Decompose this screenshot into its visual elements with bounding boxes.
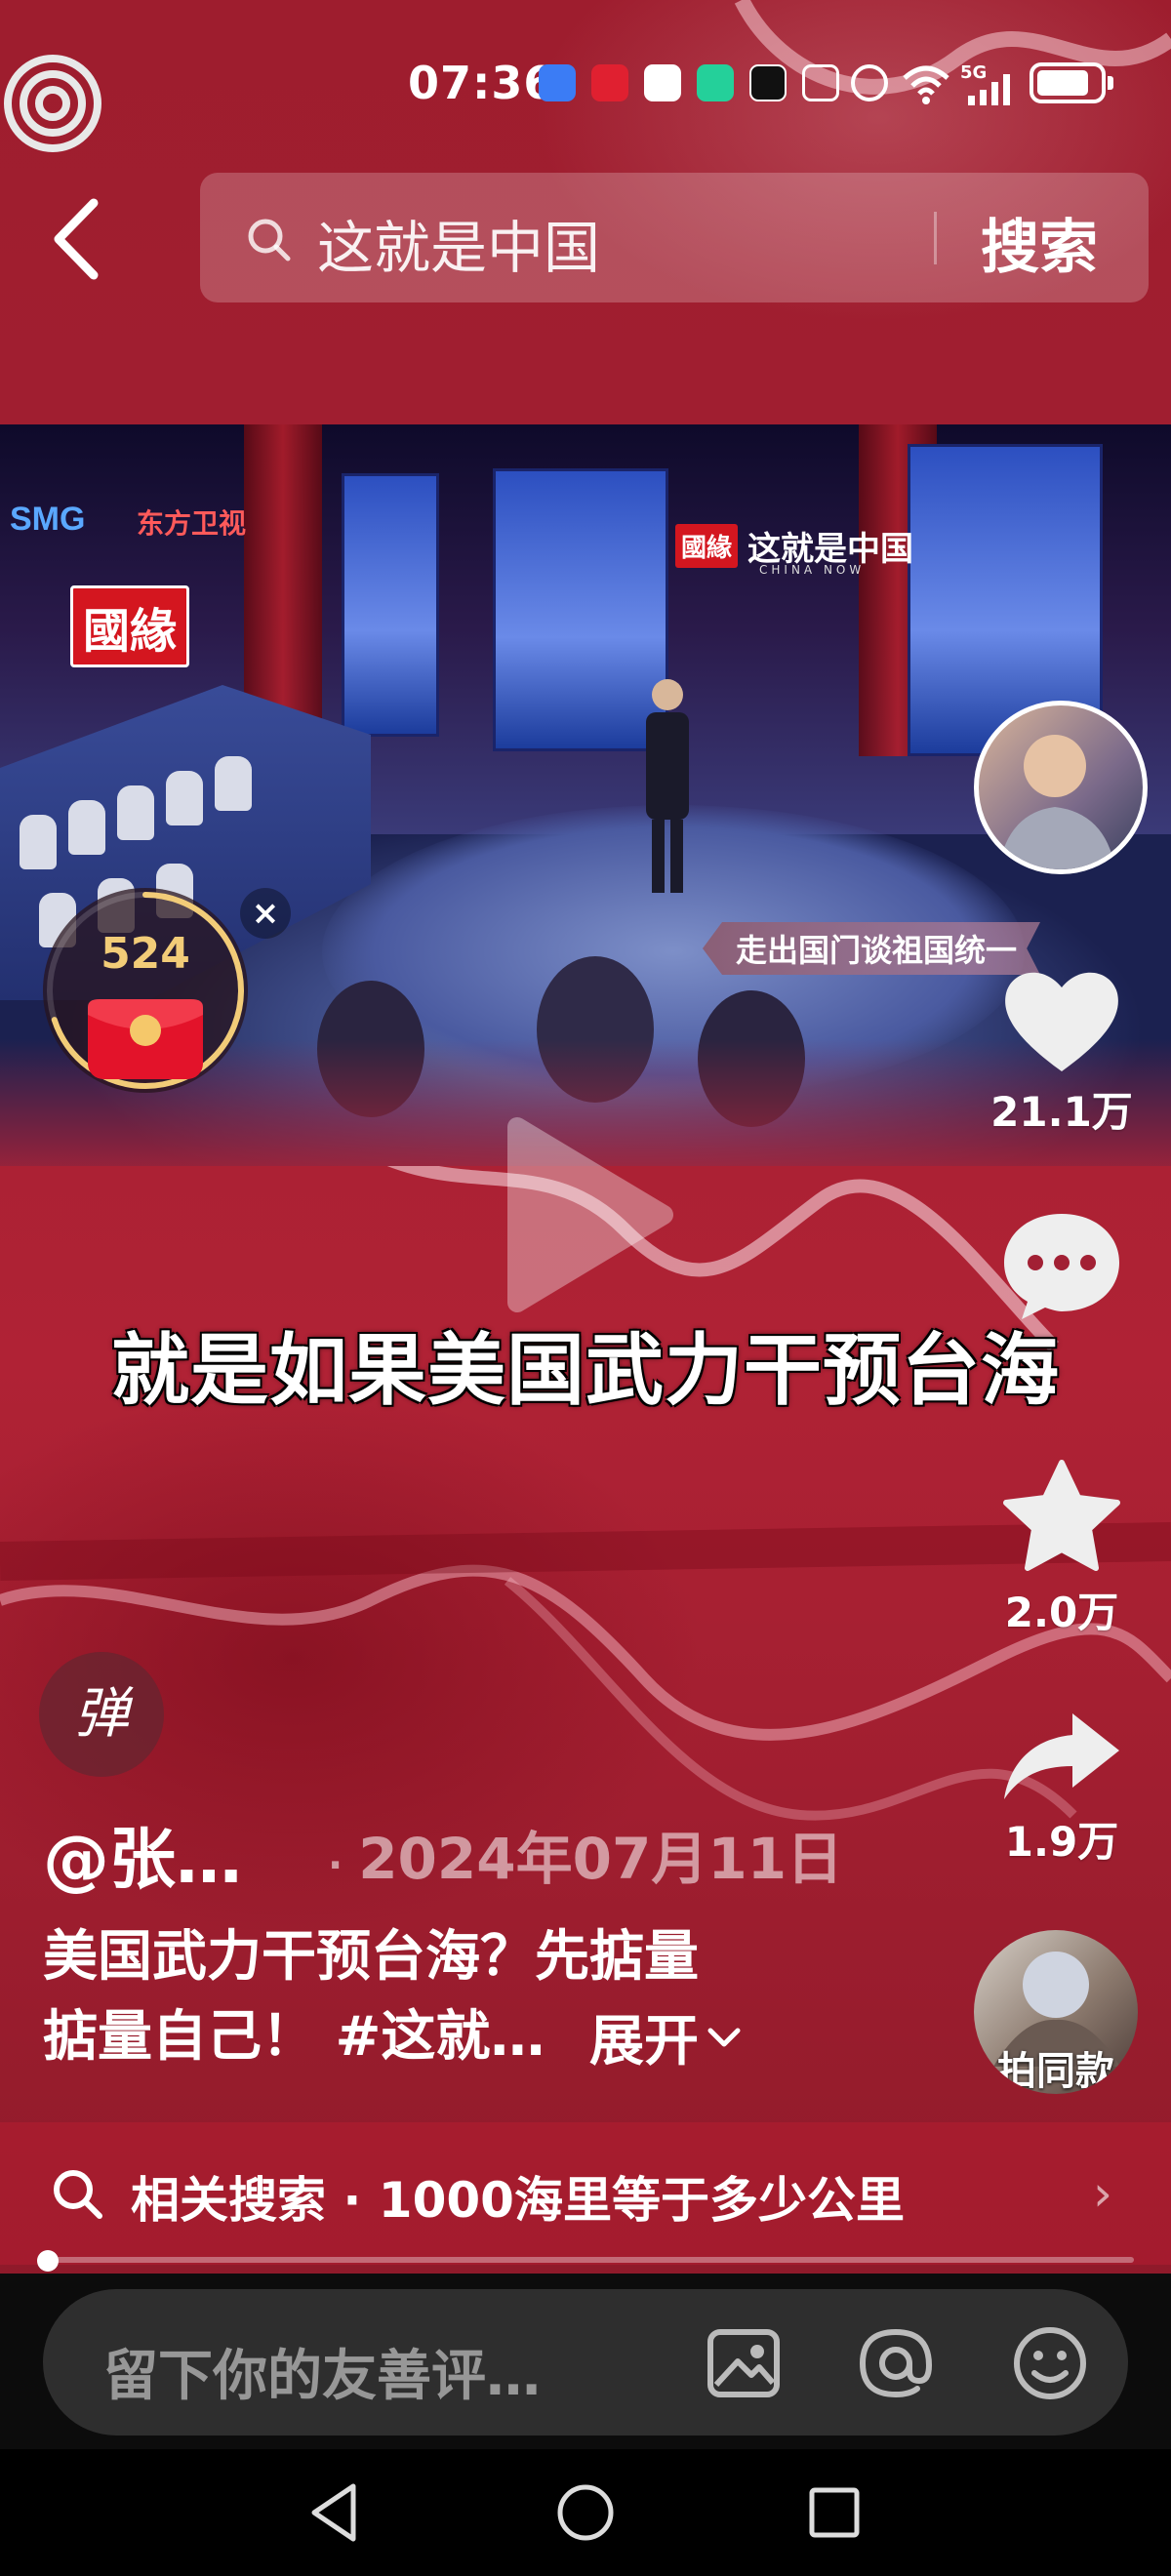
emoji-icon[interactable] [1009, 2322, 1091, 2404]
comment-icon [1004, 1214, 1119, 1319]
search-icon [248, 219, 291, 262]
nav-recents-icon[interactable] [800, 2478, 868, 2547]
comment-input[interactable]: 留下你的友善评… [43, 2289, 1128, 2435]
nav-home-icon[interactable] [551, 2478, 620, 2547]
search-button[interactable]: 搜索 [981, 200, 1098, 285]
chevron-down-icon [707, 2028, 741, 2046]
related-search-bar[interactable]: 相关搜索 · 1000海里等于多少公里 › [0, 2122, 1171, 2265]
share-button[interactable]: 1.9万 [976, 1708, 1148, 1869]
heart-icon [1005, 972, 1118, 1071]
red-packet-widget[interactable]: 524 [43, 888, 248, 1093]
stage-screen [342, 473, 439, 737]
comment-button[interactable] [976, 1210, 1148, 1323]
red-envelope-icon [88, 999, 203, 1079]
share-arrow-icon [1004, 1713, 1119, 1799]
search-icon [54, 2170, 102, 2219]
speaker-figure [646, 679, 689, 893]
description-line: 美国武力干预台海？先掂量 [43, 1925, 699, 1989]
favorite-count: 2.0万 [1004, 1589, 1119, 1636]
tiktok-icon [749, 64, 787, 101]
comment-placeholder: 留下你的友善评… [103, 2345, 541, 2408]
favorite-button[interactable]: 2.0万 [976, 1459, 1148, 1639]
chevron-right-icon: › [1093, 2165, 1112, 2222]
show-logo-badge: 國緣 [675, 524, 739, 568]
author-avatar-image [998, 735, 1115, 869]
mention-icon[interactable] [855, 2322, 937, 2404]
app-logo-icon [2, 53, 103, 154]
search-divider [934, 212, 937, 264]
author-name[interactable]: @张… [43, 1805, 242, 1902]
nfc-icon [802, 64, 839, 101]
expand-link[interactable]: 展开 [589, 1997, 744, 2076]
expand-label: 展开 [589, 2010, 699, 2073]
guoyuan-badge: 國緣 [70, 585, 190, 667]
danmaku-toggle-button[interactable]: 弹 [39, 1652, 164, 1777]
panda-app-icon [644, 64, 681, 101]
like-button[interactable]: 21.1万 [976, 966, 1148, 1139]
back-button[interactable] [49, 195, 127, 283]
show-logo-subtitle: CHINA NOW [759, 563, 866, 577]
system-nav-bar [0, 2449, 1171, 2576]
video-progress-bar[interactable] [43, 2257, 1134, 2263]
remix-label: 拍同款 [997, 2049, 1114, 2094]
post-date: · 2024年07月11日 [328, 1813, 843, 1895]
alarm-icon [851, 64, 888, 101]
image-icon[interactable] [703, 2322, 785, 2404]
play-icon[interactable] [488, 1107, 683, 1322]
date-separator: · [328, 1843, 343, 1888]
red-app-icon [591, 64, 628, 101]
channel-logo: 东方卫视 [137, 507, 247, 540]
green-app-icon [697, 64, 734, 101]
baidu-icon [539, 64, 576, 101]
wifi-icon [903, 65, 949, 104]
search-bar[interactable]: 这就是中国 搜索 [200, 173, 1149, 302]
battery-icon [1030, 62, 1113, 103]
chevron-left-icon [54, 198, 99, 280]
status-time: 07:36 [408, 57, 556, 109]
date-text: 2024年07月11日 [358, 1826, 844, 1892]
like-count: 21.1万 [990, 1088, 1133, 1136]
star-icon [1003, 1460, 1120, 1571]
share-count: 1.9万 [1004, 1818, 1119, 1866]
red-packet-count: 524 [101, 929, 190, 979]
remix-button[interactable]: 拍同款 [974, 1930, 1138, 2094]
video-subtitle: 就是如果美国武力干预台海 [111, 1325, 1060, 1416]
signal-icon [968, 74, 1010, 105]
author-avatar[interactable] [974, 701, 1148, 874]
video-progress-thumb[interactable] [37, 2250, 59, 2272]
nav-back-icon[interactable] [303, 2478, 371, 2547]
related-search-text: 相关搜索 · 1000海里等于多少公里 [131, 2172, 905, 2229]
close-icon[interactable]: × [240, 888, 291, 939]
smg-logo: SMG [10, 501, 86, 538]
search-input[interactable]: 这就是中国 [317, 202, 600, 284]
